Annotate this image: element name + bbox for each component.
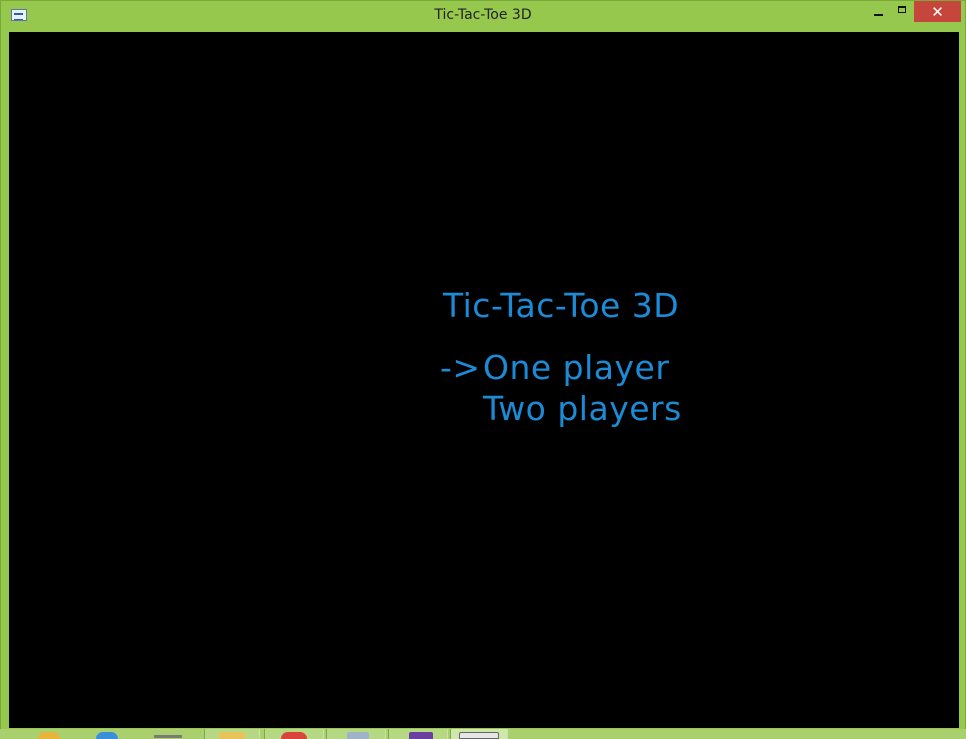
minimize-button[interactable] — [865, 1, 891, 22]
menu-option-two-players[interactable]: Two players — [483, 389, 682, 428]
chrome-icon[interactable] — [264, 729, 324, 739]
menu-option-one-player[interactable]: One player — [483, 348, 669, 387]
document-icon[interactable] — [326, 729, 386, 739]
window-title: Tic-Tac-Toe 3D — [434, 7, 532, 23]
game-title: Tic-Tac-Toe 3D — [443, 286, 680, 325]
visual-studio-icon[interactable] — [388, 729, 448, 739]
windows-flag-icon[interactable] — [30, 729, 70, 739]
maximize-button[interactable] — [891, 1, 913, 22]
selection-cursor: -> — [440, 348, 481, 387]
internet-explorer-icon[interactable] — [88, 729, 128, 739]
close-icon: ✕ — [931, 2, 944, 21]
title-bar[interactable]: Tic-Tac-Toe 3D ✕ — [1, 1, 965, 31]
folder-icon[interactable] — [204, 729, 260, 739]
application-window: Tic-Tac-Toe 3D ✕ Tic-Tac-Toe 3D -> One p… — [0, 0, 966, 731]
file-explorer-icon[interactable] — [148, 729, 188, 739]
game-canvas[interactable]: Tic-Tac-Toe 3D -> One player Two players — [9, 32, 959, 728]
close-button[interactable]: ✕ — [914, 1, 961, 22]
taskbar — [0, 729, 966, 739]
game-window-icon[interactable] — [450, 729, 508, 739]
